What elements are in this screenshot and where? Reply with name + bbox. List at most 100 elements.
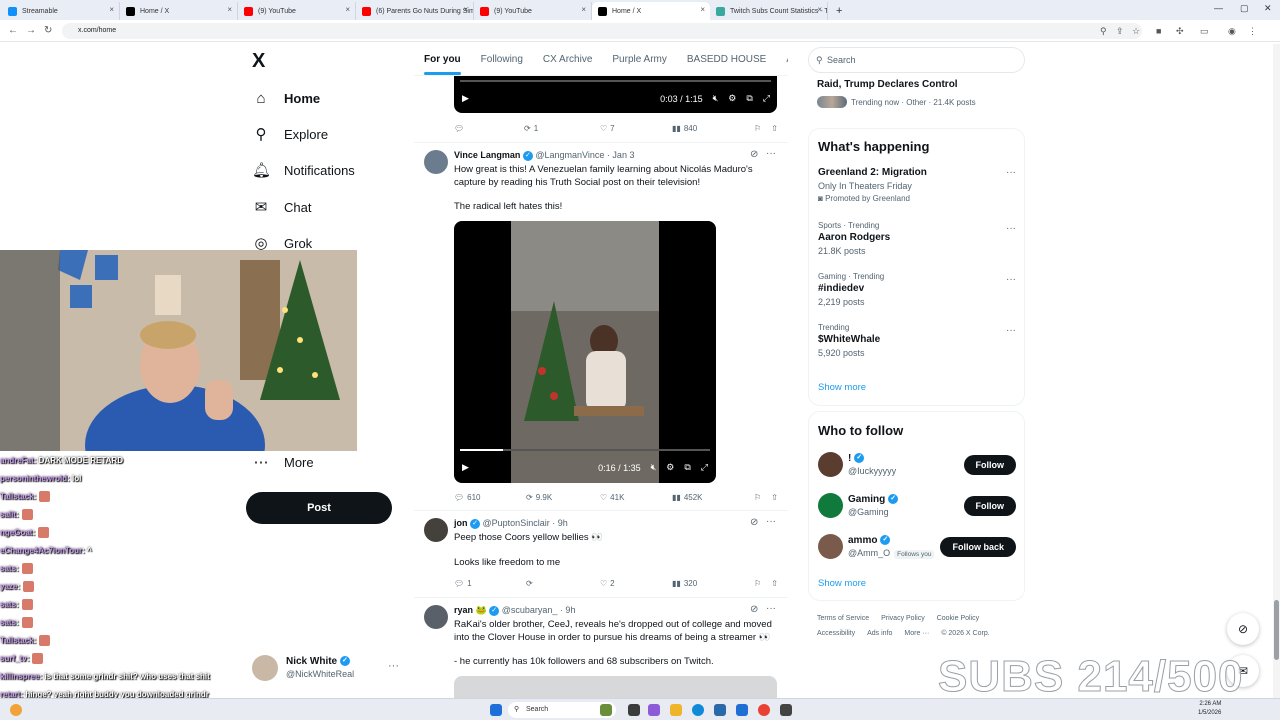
chrome-icon[interactable] [758, 704, 770, 716]
sidebar-item-chat[interactable]: ✉ Chat [252, 194, 312, 220]
footer-link[interactable]: Terms of Service [817, 615, 869, 622]
tweet-media[interactable] [454, 676, 777, 698]
zoom-icon[interactable]: ⚲ [1100, 26, 1107, 37]
trend-item[interactable]: Gaming · Trending #indiedev 2,219 posts ··· [818, 272, 1016, 307]
follow-button[interactable]: Follow [963, 455, 1016, 475]
tab-close-icon[interactable]: × [109, 5, 114, 14]
more-dots-icon[interactable]: ··· [1006, 274, 1016, 285]
mute-icon[interactable]: 🔇︎ [713, 93, 719, 104]
like-button[interactable]: ♡ 7 [600, 124, 672, 133]
follow-suggestion[interactable]: Gaming ✓ @Gaming Follow [818, 493, 1016, 519]
play-icon[interactable]: ▶ [462, 93, 469, 104]
bookmark-icon[interactable]: ⚐ [754, 579, 761, 588]
bookmark-icon[interactable]: ⚐ [754, 493, 761, 502]
tab-close-icon[interactable]: × [700, 5, 705, 14]
clock[interactable]: 2:26 AM 1/5/2026 [1198, 700, 1221, 718]
forward-icon[interactable]: → [26, 25, 36, 36]
author-name[interactable]: ryan 🐸 [454, 605, 487, 615]
browser-tab[interactable]: Streamable × [2, 2, 120, 20]
show-more-link[interactable]: Show more [818, 578, 866, 589]
footer-link[interactable]: Ads info [867, 630, 892, 637]
avatar[interactable] [424, 518, 448, 542]
x-logo[interactable]: X [252, 50, 265, 73]
pip-icon[interactable]: ⧉ [746, 93, 752, 104]
views-button[interactable]: ▮▮ 320 [672, 579, 750, 588]
repost-button[interactable]: ⟳ 9.9K [526, 493, 600, 502]
tab-close-icon[interactable]: × [581, 5, 586, 14]
author-name[interactable]: Vince Langman [454, 150, 520, 160]
file-explorer-icon[interactable] [670, 704, 682, 716]
top-trend[interactable]: Raid, Trump Declares Control Trending no… [817, 79, 1017, 108]
store-icon[interactable] [714, 704, 726, 716]
footer-link[interactable]: Cookie Policy [937, 615, 979, 622]
edge-icon[interactable] [692, 704, 704, 716]
maximize-icon[interactable]: ▢ [1240, 3, 1249, 14]
reply-button[interactable]: 💬︎ 610 [454, 493, 526, 502]
reply-icon[interactable]: 💬︎ [454, 124, 524, 133]
mute-icon[interactable]: 🔇︎ [651, 462, 657, 473]
author-handle[interactable]: @LangmanVince [535, 150, 604, 160]
browser-tab[interactable]: (6) Parents Go Nuts During Sim × [356, 2, 474, 20]
follow-suggestion[interactable]: ! ✓ @Iuckyyyyy Follow [818, 452, 1016, 478]
tweet-time[interactable]: · 9h [552, 518, 568, 528]
tweet-time[interactable]: · Jan 3 [607, 150, 635, 160]
more-dots-icon[interactable]: ··· [766, 516, 776, 527]
trend-item[interactable]: Trending $WhiteWhale 5,920 posts ··· [818, 323, 1016, 358]
grok-icon[interactable]: ⊘ [750, 517, 758, 528]
tweet[interactable]: jon ✓ @PuptonSinclair · 9h ⊘ ··· Peep th… [414, 510, 788, 597]
reply-button[interactable]: 💬︎ 1 [454, 579, 526, 588]
new-tab-button[interactable]: + [828, 2, 850, 20]
browser-tab[interactable]: Twitch Subs Count Statistics - T × [710, 2, 828, 20]
views-button[interactable]: ▮▮ 840 [672, 124, 750, 133]
back-icon[interactable]: ← [8, 25, 18, 36]
follow-button[interactable]: Follow [963, 496, 1016, 516]
share-icon[interactable]: ⇧ [771, 124, 778, 133]
author-handle[interactable]: @scubaryan_ [502, 605, 558, 615]
url-input[interactable]: x.com/home [62, 23, 1142, 39]
like-button[interactable]: ♡ 41K [600, 493, 672, 502]
extensions-puzzle-icon[interactable]: ✣ [1176, 26, 1184, 37]
minimize-icon[interactable]: — [1214, 3, 1223, 13]
feed-tab[interactable]: Purple Army [612, 54, 666, 65]
share-icon[interactable]: ⇪ [1116, 26, 1124, 37]
sidebar-icon[interactable]: ▭ [1200, 26, 1209, 37]
avatar[interactable] [818, 493, 843, 518]
footer-link[interactable]: More ··· [904, 630, 929, 637]
play-icon[interactable]: ▶ [462, 462, 469, 473]
browser-tab[interactable]: (9) YouTube × [238, 2, 356, 20]
more-dots-icon[interactable]: ··· [1006, 325, 1016, 336]
tab-close-icon[interactable]: × [817, 5, 822, 14]
avatar[interactable] [424, 605, 448, 629]
menu-dots-icon[interactable]: ⋮ [1248, 26, 1257, 37]
more-dots-icon[interactable]: ··· [766, 148, 776, 159]
app-icon[interactable] [648, 704, 660, 716]
settings-icon[interactable]: ⚙ [728, 93, 736, 104]
search-input[interactable]: ⚲ Search [808, 47, 1025, 73]
views-button[interactable]: ▮▮ 452K [672, 493, 750, 502]
task-view-icon[interactable] [628, 704, 640, 716]
grok-float-button[interactable]: ⊘ [1227, 613, 1259, 645]
repost-button[interactable]: ⟳ 1 [524, 124, 600, 133]
post-button[interactable]: Post [246, 492, 392, 524]
browser-tab[interactable]: Home / X × [592, 2, 710, 20]
trend-item[interactable]: Greenland 2: Migration Only In Theaters F… [818, 165, 1016, 203]
trend-item[interactable]: Sports · Trending Aaron Rodgers 21.8K post… [818, 221, 1016, 256]
repost-icon[interactable]: ⟳ [526, 579, 600, 588]
sidebar-item-more[interactable]: ⋯ More [252, 449, 314, 475]
scrollbar-thumb[interactable] [1274, 600, 1279, 660]
tweet[interactable]: Vince Langman ✓ @LangmanVince · Jan 3 ⊘ … [414, 142, 788, 510]
sidebar-item-home[interactable]: ⌂ Home [252, 85, 320, 111]
avatar[interactable] [818, 452, 843, 477]
follow-button[interactable]: Follow back [940, 537, 1016, 557]
obs-icon[interactable] [780, 704, 792, 716]
settings-icon[interactable]: ⚙ [666, 462, 674, 473]
more-dots-icon[interactable]: ··· [1006, 167, 1016, 178]
more-dots-icon[interactable]: ··· [1006, 223, 1016, 234]
bookmark-star-icon[interactable]: ☆ [1132, 26, 1140, 37]
grok-icon[interactable]: ⊘ [750, 604, 758, 615]
like-button[interactable]: ♡ 2 [600, 579, 672, 588]
account-switcher[interactable]: Nick White ✓ @NickWhiteReal ··· [252, 652, 408, 684]
grok-icon[interactable]: ⊘ [750, 149, 758, 160]
widget-icon[interactable] [600, 704, 612, 716]
avatar[interactable] [424, 150, 448, 174]
